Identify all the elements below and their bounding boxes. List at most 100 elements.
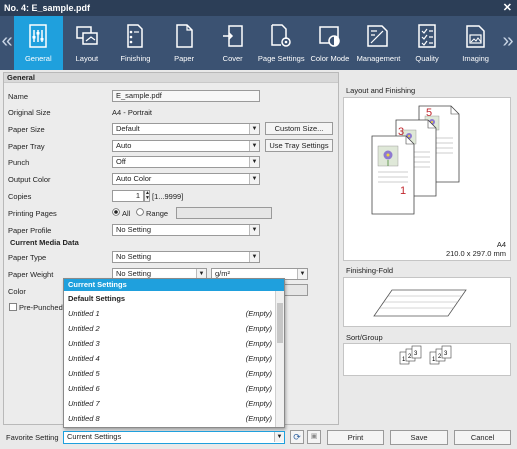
tab-general[interactable]: General	[14, 16, 63, 70]
cancel-button[interactable]: Cancel	[454, 430, 511, 445]
layout-icon	[73, 22, 101, 50]
tab-label: Cover	[222, 54, 243, 63]
cover-icon	[219, 22, 247, 50]
dropdown-selected-item[interactable]: Current Settings	[64, 279, 284, 291]
finishing-fold-title: Finishing-Fold	[346, 266, 394, 275]
tab-finishing[interactable]: Finishing	[111, 16, 160, 70]
tab-quality[interactable]: Quality	[403, 16, 452, 70]
copies-stepper[interactable]: ▲ ▼	[144, 190, 150, 202]
paper-type-select[interactable]: No Setting ▼	[112, 251, 260, 263]
favorite-setting-label: Favorite Setting	[6, 433, 59, 442]
scroll-left-icon[interactable]: «	[0, 30, 14, 53]
layout-finishing-title: Layout and Finishing	[346, 86, 416, 95]
item-name: Untitled 1	[68, 309, 100, 318]
page-number-1: 1	[400, 185, 406, 197]
list-item[interactable]: Untitled 3 (Empty)	[64, 336, 276, 351]
list-item[interactable]: Untitled 2 (Empty)	[64, 321, 276, 336]
list-item[interactable]: Untitled 1 (Empty)	[64, 306, 276, 321]
item-name: Untitled 5	[68, 369, 100, 378]
chevron-down-icon: ▼	[274, 432, 284, 442]
preview-paper-dims: 210.0 x 297.0 mm	[445, 249, 506, 258]
tab-color-mode[interactable]: Color Mode	[306, 16, 355, 70]
tab-management[interactable]: Management	[354, 16, 403, 70]
page-number-5: 5	[426, 107, 432, 119]
refresh-icon[interactable]: ⟳	[290, 430, 304, 444]
tab-cover[interactable]: Cover	[208, 16, 257, 70]
pre-punched-label: Pre-Punched	[19, 303, 63, 312]
tab-page-settings[interactable]: Page Settings	[257, 16, 306, 70]
paper-weight-value: No Setting	[116, 269, 152, 278]
media-section-header: Current Media Data	[10, 238, 79, 247]
general-icon	[24, 22, 52, 50]
radio-range-label: Range	[146, 209, 169, 218]
list-item[interactable]: Untitled 8 (Empty)	[64, 411, 276, 426]
paper-type-value: No Setting	[116, 252, 152, 261]
tab-label: General	[24, 54, 52, 63]
window-titlebar: No. 4: E_sample.pdf ✕	[0, 0, 517, 16]
page-front	[371, 135, 415, 215]
tab-label: Management	[356, 54, 401, 63]
dropdown-scrollbar[interactable]	[275, 291, 284, 427]
printing-pages-label: Printing Pages	[8, 209, 57, 218]
tab-label: Paper	[174, 54, 195, 63]
scroll-right-icon[interactable]: »	[501, 30, 515, 53]
use-tray-settings-button[interactable]: Use Tray Settings	[265, 139, 333, 152]
save-favorite-icon[interactable]: ▣	[307, 430, 321, 444]
stacked-pages-illustration: 5 3 1	[371, 105, 460, 215]
fold-preview	[343, 277, 511, 327]
punch-select[interactable]: Off ▼	[112, 156, 260, 168]
tab-label: Quality	[415, 54, 439, 63]
copies-input[interactable]: 1	[112, 190, 144, 202]
name-label: Name	[8, 92, 29, 101]
page-number-3: 3	[398, 126, 404, 138]
custom-size-button[interactable]: Custom Size...	[265, 122, 333, 135]
dropdown-group-default: Default Settings	[68, 294, 126, 303]
paper-profile-select[interactable]: No Setting ▼	[112, 224, 260, 236]
color-mode-icon	[316, 22, 344, 50]
list-item[interactable]: Untitled 4 (Empty)	[64, 351, 276, 366]
scrollbar-thumb[interactable]	[277, 303, 283, 343]
favorite-setting-select[interactable]: Current Settings ▼	[63, 431, 285, 444]
save-button[interactable]: Save	[390, 430, 448, 445]
paper-profile-value: No Setting	[116, 225, 152, 234]
item-name: Untitled 6	[68, 384, 100, 393]
tab-imaging[interactable]: Imaging	[451, 16, 500, 70]
output-color-select[interactable]: Auto Color ▼	[112, 173, 260, 185]
tab-label: Color Mode	[310, 54, 350, 63]
chevron-down-icon: ▼	[297, 269, 307, 279]
list-item[interactable]: Untitled 5 (Empty)	[64, 366, 276, 381]
range-input[interactable]	[176, 207, 272, 219]
paper-size-value: Default	[116, 124, 140, 133]
list-item[interactable]: Untitled 7 (Empty)	[64, 396, 276, 411]
chevron-down-icon: ▼	[249, 174, 259, 184]
item-status: (Empty)	[245, 309, 272, 318]
paper-tray-select[interactable]: Auto ▼	[112, 140, 260, 152]
sort-group-title: Sort/Group	[346, 333, 383, 342]
tab-layout[interactable]: Layout	[63, 16, 112, 70]
general-section-header: General	[4, 73, 338, 83]
name-field[interactable]: E_sample.pdf	[112, 90, 260, 102]
quality-icon	[413, 22, 441, 50]
tab-label: Imaging	[462, 54, 489, 63]
imaging-icon	[462, 22, 490, 50]
favorite-setting-dropdown[interactable]: Current Settings Default Settings Untitl…	[63, 278, 285, 428]
radio-range[interactable]	[136, 208, 144, 220]
pre-punched-checkbox[interactable]	[9, 303, 17, 315]
close-icon[interactable]: ✕	[503, 0, 512, 16]
tab-label: Finishing	[120, 54, 151, 63]
bottom-bar: Favorite Setting Current Settings ▼ ⟳ ▣ P…	[0, 427, 517, 449]
paper-size-select[interactable]: Default ▼	[112, 123, 260, 135]
item-status: (Empty)	[245, 339, 272, 348]
item-name: Untitled 8	[68, 414, 100, 423]
paper-tray-value: Auto	[116, 141, 132, 150]
list-item[interactable]: Untitled 6 (Empty)	[64, 381, 276, 396]
item-name: Untitled 4	[68, 354, 100, 363]
favorite-setting-value: Current Settings	[67, 432, 122, 441]
radio-all[interactable]	[112, 208, 120, 220]
output-color-value: Auto Color	[116, 174, 152, 183]
tab-paper[interactable]: Paper	[160, 16, 209, 70]
paper-icon	[170, 22, 198, 50]
item-status: (Empty)	[245, 354, 272, 363]
print-button[interactable]: Print	[327, 430, 384, 445]
fold-illustration	[373, 289, 467, 317]
